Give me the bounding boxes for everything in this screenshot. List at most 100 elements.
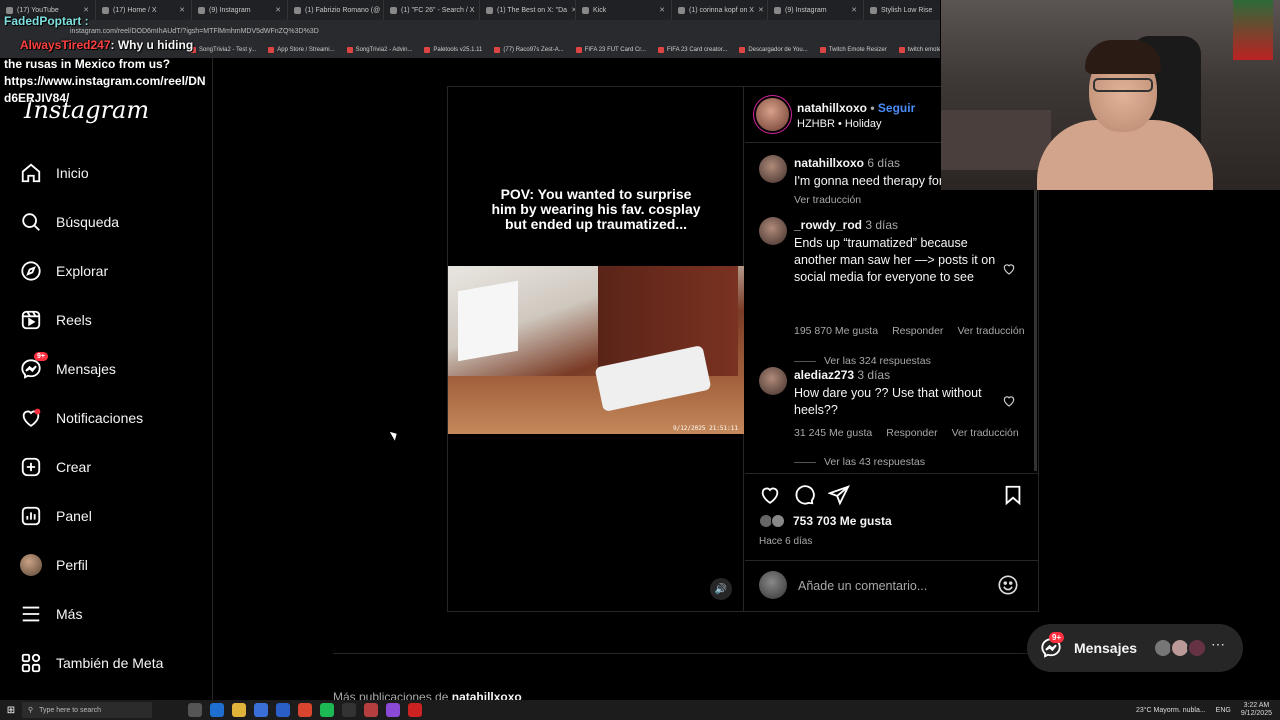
view-replies[interactable]: Ver las 324 respuestas: [794, 355, 931, 367]
sidebar-item-also-from-meta[interactable]: También de Meta: [20, 648, 163, 678]
tab-label: (17) Home / X: [113, 6, 157, 14]
comment-avatar[interactable]: [759, 367, 787, 395]
weather-text[interactable]: 23°C Mayorm. nubla...: [1136, 707, 1206, 714]
emoji-icon[interactable]: [997, 574, 1019, 596]
sidebar-item-explore[interactable]: Explorar: [20, 256, 108, 286]
clock[interactable]: 3:22 AM 9/12/2025: [1241, 702, 1272, 718]
app-icon[interactable]: [408, 703, 422, 717]
plus-square-icon: [21, 457, 41, 477]
close-icon[interactable]: ✕: [179, 6, 185, 14]
bookmark-favicon: [739, 47, 746, 53]
bookmark-item[interactable]: twitch emote resizer...: [898, 47, 940, 53]
likes-row[interactable]: 753 703 Me gusta: [759, 514, 892, 528]
author-username[interactable]: natahillxoxo: [797, 101, 867, 115]
spotify-icon[interactable]: [320, 703, 334, 717]
sidebar-item-label: Reels: [56, 312, 92, 328]
windows-start-icon[interactable]: ⊞: [0, 700, 22, 720]
bookmark-item[interactable]: Twitch Emote Resizer: [819, 47, 887, 53]
comment-avatar[interactable]: [759, 155, 787, 183]
like-count[interactable]: 31 245 Me gusta: [794, 427, 872, 439]
browser-tab[interactable]: Kick ✕: [576, 0, 672, 20]
mail-icon[interactable]: [276, 703, 290, 717]
translate-link[interactable]: Ver traducción: [794, 194, 861, 206]
reel-video[interactable]: 9/12/2025 21:51:11: [448, 266, 744, 434]
browser-tab[interactable]: (9) Instagram ✕: [768, 0, 864, 20]
sidebar-item-notifications[interactable]: Notificaciones: [20, 403, 143, 433]
browser-tab[interactable]: (1) Fabrizio Romano (@✕: [288, 0, 384, 20]
like-heart-icon[interactable]: [759, 484, 781, 506]
browser-tab[interactable]: (9) Instagram ✕: [192, 0, 288, 20]
reel-media[interactable]: POV: You wanted to surprise him by weari…: [448, 87, 744, 611]
reply-link[interactable]: Responder: [892, 325, 943, 337]
reply-link[interactable]: Responder: [886, 427, 937, 439]
close-icon[interactable]: ✕: [851, 6, 857, 14]
sidebar-item-more[interactable]: Más: [20, 599, 82, 629]
edge-icon[interactable]: [210, 703, 224, 717]
bookmark-favicon: [268, 47, 275, 53]
comment-input[interactable]: Añade un comentario...: [798, 579, 927, 593]
likes-count[interactable]: 753 703 Me gusta: [793, 514, 892, 528]
bookmark-label: FIFA 23 FUT Card Cr...: [584, 47, 646, 53]
bookmark-item[interactable]: App Store / Streami...: [268, 47, 335, 53]
browser-tab[interactable]: (17) Home / X ✕: [96, 0, 192, 20]
close-icon[interactable]: ✕: [83, 6, 89, 14]
store-icon[interactable]: [254, 703, 268, 717]
taskview-icon[interactable]: [188, 703, 202, 717]
comment-icon[interactable]: [793, 484, 815, 506]
chrome-icon[interactable]: [298, 703, 312, 717]
sidebar-item-create[interactable]: Crear: [20, 452, 91, 482]
messenger-icon: [21, 359, 41, 379]
app-icon[interactable]: [386, 703, 400, 717]
close-icon[interactable]: ✕: [275, 6, 281, 14]
close-icon[interactable]: ✕: [758, 6, 764, 14]
bookmark-item[interactable]: SongTrivia2 - Advin...: [346, 47, 412, 53]
author-avatar[interactable]: [756, 98, 789, 131]
bookmark-item[interactable]: (77) Raco97s Zest-A...: [494, 47, 564, 53]
share-icon[interactable]: [828, 484, 850, 506]
comments-scrollbar[interactable]: [1034, 145, 1037, 471]
sidebar-item-messages[interactable]: 9+ Mensajes: [20, 352, 116, 384]
bookmark-item[interactable]: Paletools v25.1.11: [424, 47, 482, 53]
close-icon[interactable]: ✕: [659, 6, 665, 14]
browser-tab[interactable]: (1) "FC 26" - Search / X✕: [384, 0, 480, 20]
sidebar-item-dashboard[interactable]: Panel: [20, 501, 92, 531]
comment-username[interactable]: alediaz273 3 días: [794, 368, 890, 382]
browser-tab[interactable]: (1) The Best on X: "Da✕: [480, 0, 576, 20]
browser-tab[interactable]: Stylish Low Rise✕: [864, 0, 940, 20]
bookmark-item[interactable]: FIFA 23 Card creator...: [657, 47, 727, 53]
translate-link[interactable]: Ver traducción: [952, 427, 1019, 439]
language-indicator[interactable]: ENG: [1216, 707, 1231, 714]
more-icon[interactable]: ⋯: [1211, 636, 1225, 653]
app-icon[interactable]: [364, 703, 378, 717]
bookmark-item[interactable]: Descargador de You...: [739, 47, 808, 53]
follow-button[interactable]: Seguir: [878, 101, 915, 115]
sidebar-item-reels[interactable]: Reels: [20, 305, 92, 335]
sidebar-item-search[interactable]: Búsqueda: [20, 207, 119, 237]
obs-icon[interactable]: [342, 703, 356, 717]
view-replies[interactable]: Ver las 43 respuestas: [794, 456, 925, 468]
taskbar-search[interactable]: ⚲ Type here to search: [22, 702, 152, 718]
bookmark-favicon: [494, 47, 501, 53]
comment-username[interactable]: natahillxoxo 6 días: [794, 156, 900, 170]
taskbar-search-placeholder: Type here to search: [39, 706, 102, 714]
sidebar-item-profile[interactable]: Perfil: [20, 550, 88, 580]
folder-icon[interactable]: [232, 703, 246, 717]
sidebar-item-home[interactable]: Inicio: [20, 158, 89, 188]
bookmark-item[interactable]: SongTrivia2 - Test y...: [190, 47, 256, 53]
bookmark-favicon: [657, 47, 664, 53]
heart-icon[interactable]: [1002, 262, 1016, 276]
translate-link[interactable]: Ver traducción: [957, 325, 1024, 337]
bookmark-icon[interactable]: [1002, 484, 1024, 506]
comment-username[interactable]: _rowdy_rod 3 días: [794, 218, 898, 232]
comment-avatar[interactable]: [759, 217, 787, 245]
url-text[interactable]: instagram.com/reel/DOD6mIhAUdT/?igsh=MTF…: [70, 28, 319, 35]
volume-icon[interactable]: 🔊: [710, 578, 732, 600]
browser-tab[interactable]: (1) corinna kopf on X ✕: [672, 0, 768, 20]
audio-label[interactable]: HZHBR • Holiday: [797, 118, 882, 130]
like-count[interactable]: 195 870 Me gusta: [794, 325, 878, 337]
tab-label: (1) corinna kopf on X: [689, 6, 754, 14]
messages-floating-button[interactable]: 9+ Mensajes ⋯: [1027, 624, 1243, 672]
comments-list[interactable]: natahillxoxo 6 días I'm gonna need thera…: [745, 145, 1039, 473]
heart-icon[interactable]: [1002, 394, 1016, 408]
bookmark-item[interactable]: FIFA 23 FUT Card Cr...: [575, 47, 646, 53]
